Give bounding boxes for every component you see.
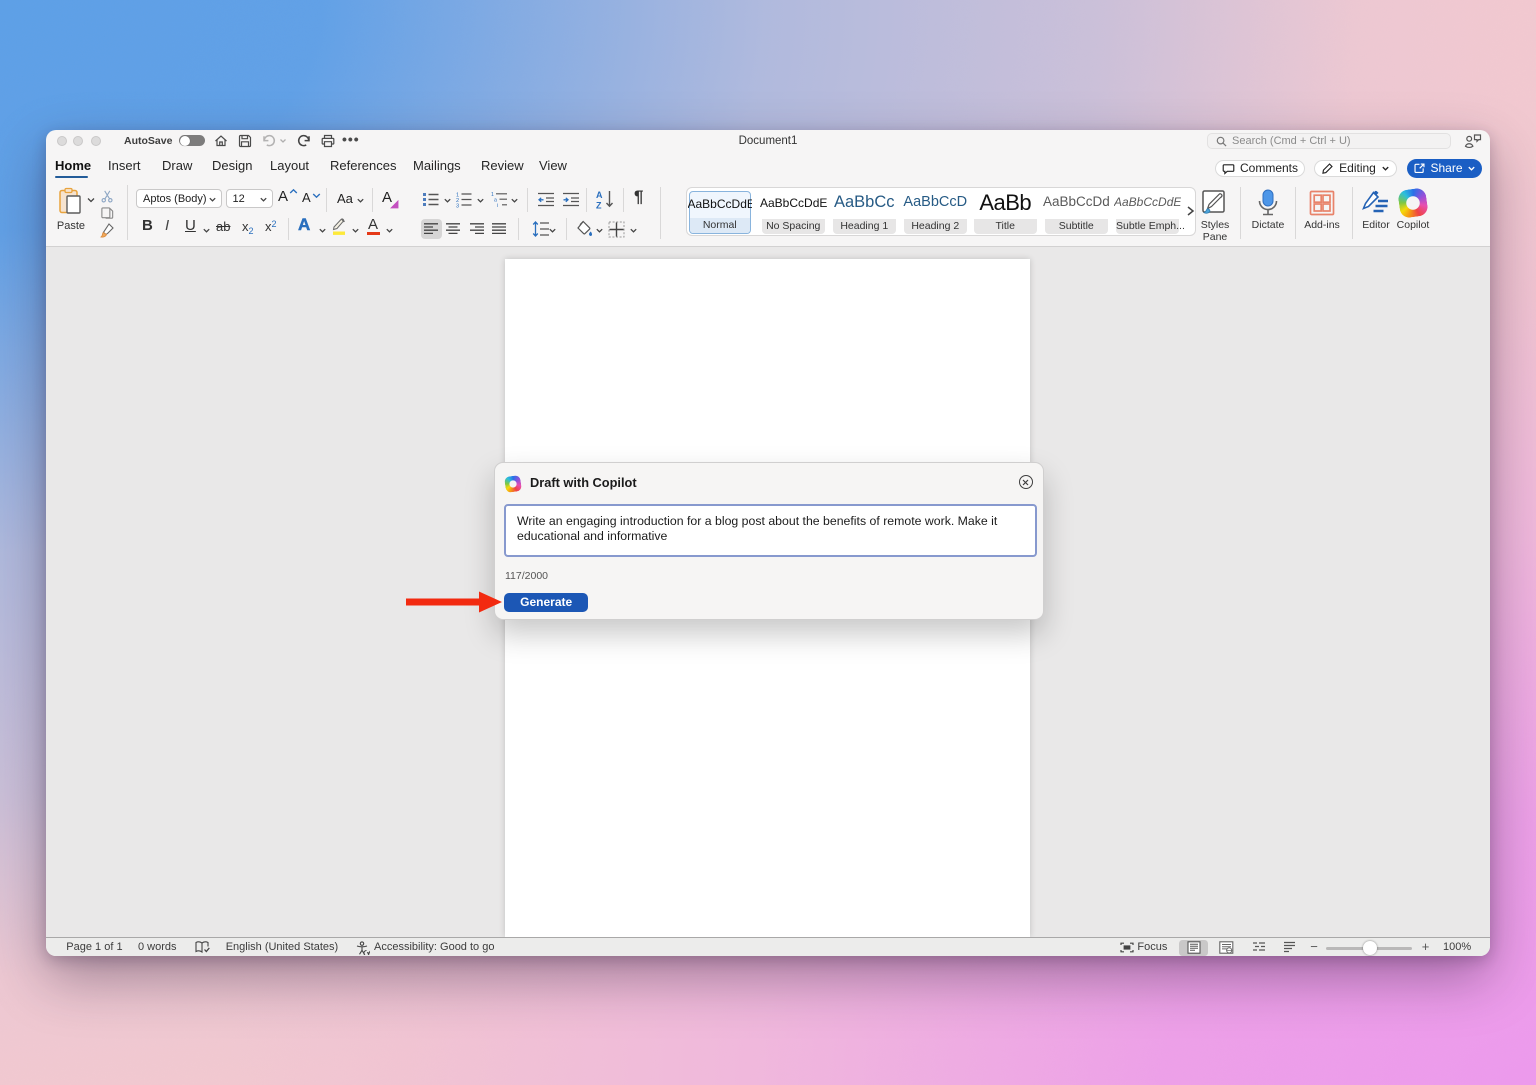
svg-text:i: i [497,203,498,208]
svg-text:3: 3 [456,204,459,209]
svg-text:Z: Z [596,201,602,211]
svg-text:A: A [596,190,603,200]
